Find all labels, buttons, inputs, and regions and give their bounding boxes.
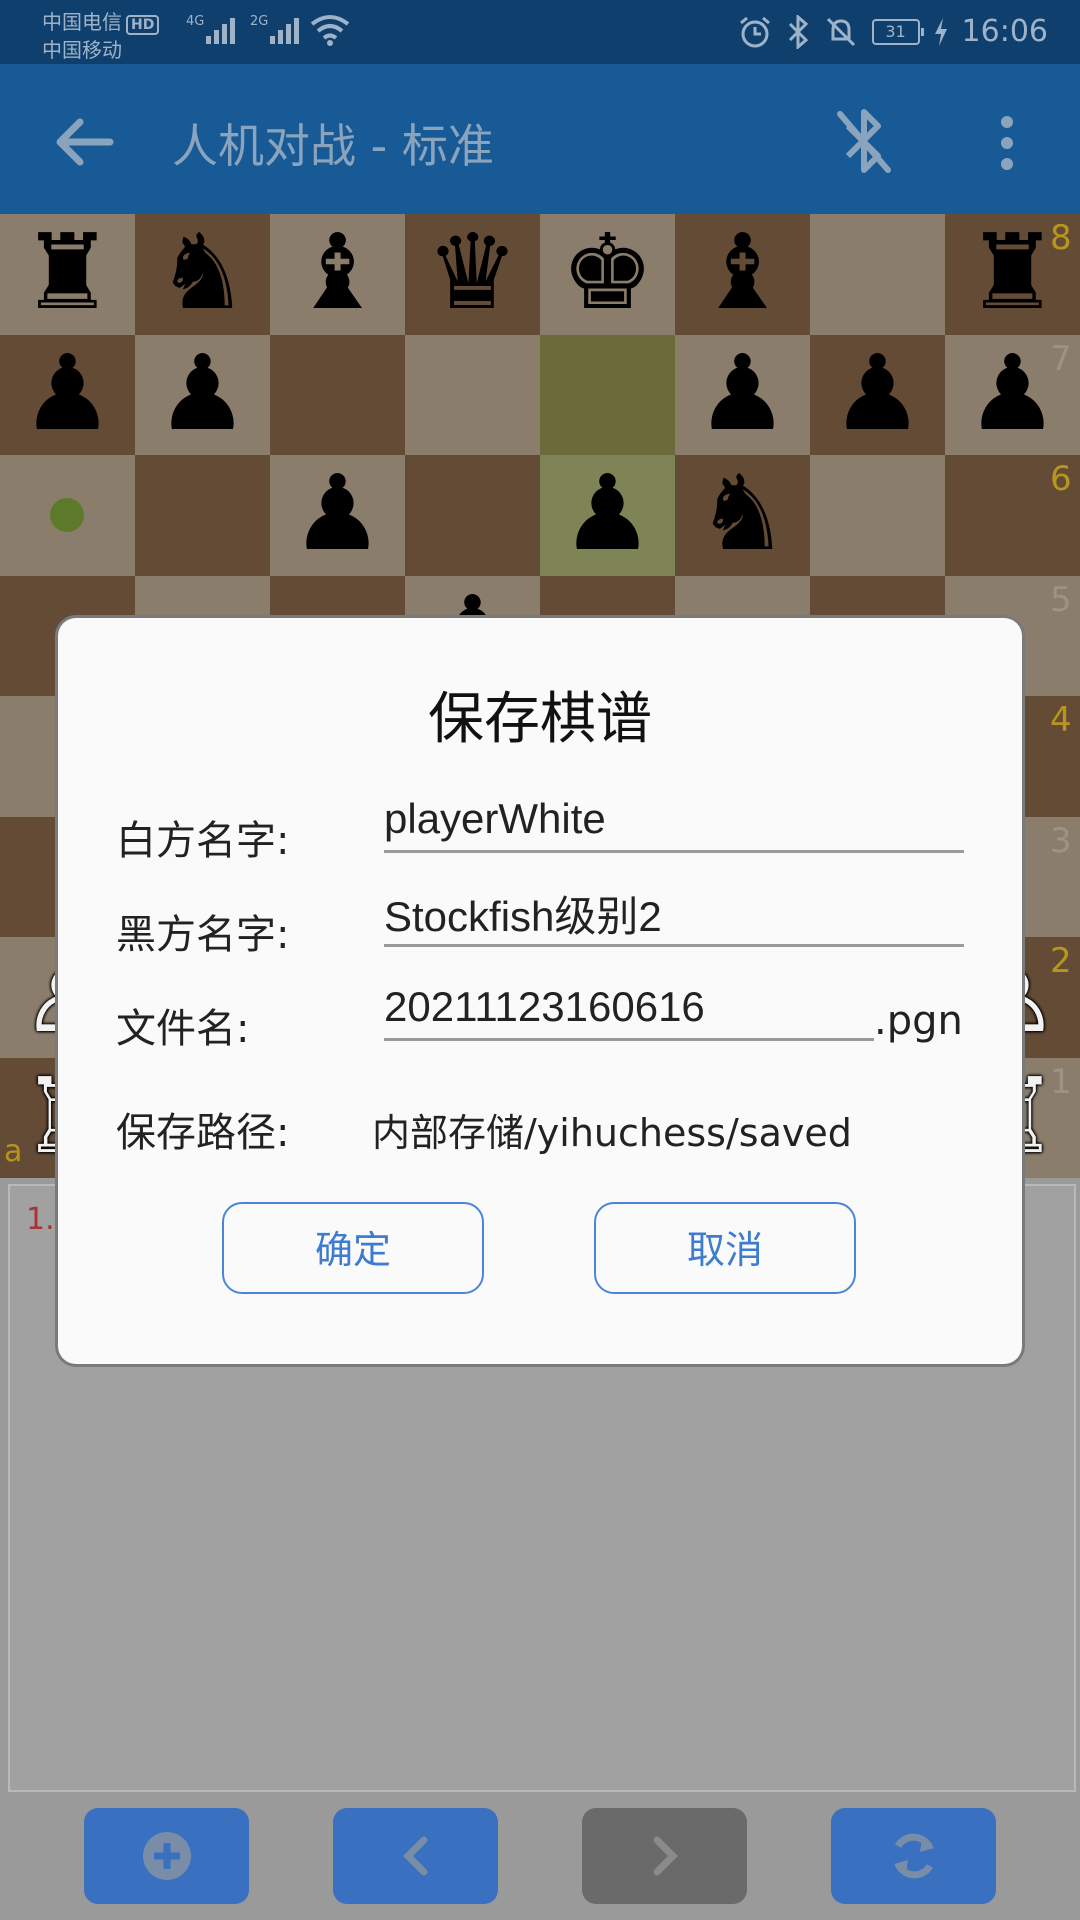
white-name-input[interactable] (384, 788, 964, 853)
rank-label: 4 (1050, 700, 1072, 740)
wifi-icon (310, 15, 350, 46)
board-square[interactable] (540, 334, 675, 455)
black-piece[interactable]: ♞ (135, 220, 270, 324)
confirm-button[interactable]: 确定 (222, 1202, 484, 1294)
more-vert-icon[interactable] (982, 110, 1032, 176)
status-time: 16:06 (961, 14, 1048, 49)
black-name-label: 黑方名字: (116, 912, 290, 958)
save-path-value: 内部存储/yihuchess/saved (372, 1111, 852, 1155)
rank-label: 2 (1050, 941, 1072, 981)
black-piece[interactable]: ♚ (540, 220, 675, 324)
rank-label: 5 (1050, 579, 1072, 620)
white-name-label: 白方名字: (116, 818, 290, 864)
app-bar: 人机对战 - 标准 (0, 64, 1080, 214)
board-square[interactable] (405, 455, 540, 576)
page-title: 人机对战 - 标准 (172, 119, 494, 173)
file-label-a: a (4, 1134, 23, 1169)
charging-icon (934, 17, 947, 46)
chevron-right-icon (653, 1836, 678, 1876)
alarm-icon (739, 16, 770, 47)
bluetooth-status-icon (788, 14, 808, 49)
cancel-button[interactable]: 取消 (594, 1202, 856, 1294)
rank-label: 3 (1050, 820, 1072, 861)
black-piece[interactable]: ♝ (270, 220, 405, 324)
status-bar: 中国电信 HD 中国移动 4G 2G 31 16:06 (0, 0, 1080, 64)
rank-label: 8 (1050, 218, 1072, 258)
black-piece[interactable]: ♟ (0, 341, 135, 445)
carrier-1-name: 中国电信 (42, 10, 122, 34)
signal-icon-1 (206, 14, 246, 44)
new-game-button[interactable] (84, 1808, 249, 1904)
board-square[interactable] (270, 334, 405, 455)
arrow-back-icon[interactable] (50, 112, 120, 172)
black-piece[interactable]: ♝ (675, 220, 810, 324)
rank-label: 1 (1050, 1061, 1072, 1102)
file-name-input[interactable] (384, 976, 874, 1041)
move-hint-dot[interactable] (50, 498, 84, 532)
network-type-1: 4G (186, 14, 205, 29)
move-number[interactable]: 1. (26, 1202, 55, 1237)
board-square[interactable] (405, 334, 540, 455)
hd-badge: HD (126, 15, 160, 35)
status-right: 31 16:06 (738, 14, 1048, 49)
network-type-2: 2G (250, 14, 269, 29)
rotate-icon (893, 1833, 934, 1879)
black-piece[interactable]: ♟ (540, 461, 675, 565)
next-move-button[interactable] (582, 1808, 747, 1904)
previous-move-button[interactable] (333, 1808, 498, 1904)
black-name-input[interactable] (384, 882, 964, 947)
dialog-title: 保存棋谱 (428, 687, 652, 752)
save-game-dialog: 保存棋谱 白方名字: 黑方名字: 文件名: .pgn 保存路径: 内部存储/yi… (58, 618, 1022, 1364)
carrier-1: 中国电信 HD (42, 6, 160, 35)
battery-icon: 31 (871, 18, 924, 45)
mute-icon (826, 17, 855, 46)
black-piece[interactable]: ♞ (675, 461, 810, 565)
bottom-toolbar (0, 1800, 1080, 1920)
board-square[interactable] (810, 214, 945, 335)
rank-label: 7 (1050, 338, 1072, 379)
flip-board-button[interactable] (831, 1808, 996, 1904)
black-piece[interactable]: ♟ (675, 341, 810, 445)
black-piece[interactable]: ♜ (0, 220, 135, 324)
signal-icon-2 (270, 14, 310, 44)
file-extension: .pgn (874, 998, 963, 1044)
black-piece[interactable]: ♟ (270, 461, 405, 565)
add-circle-icon (142, 1832, 191, 1880)
board-square[interactable] (810, 455, 945, 576)
chevron-left-icon (402, 1836, 427, 1876)
bluetooth-disabled-icon[interactable] (834, 108, 894, 174)
save-path-label: 保存路径: (116, 1110, 290, 1156)
black-piece[interactable]: ♟ (810, 341, 945, 445)
rank-label: 6 (1050, 459, 1072, 499)
file-name-label: 文件名: (116, 1006, 250, 1052)
black-piece[interactable]: ♛ (405, 220, 540, 324)
carrier-2: 中国移动 (42, 38, 122, 62)
black-piece[interactable]: ♟ (135, 341, 270, 445)
board-square[interactable] (135, 455, 270, 576)
